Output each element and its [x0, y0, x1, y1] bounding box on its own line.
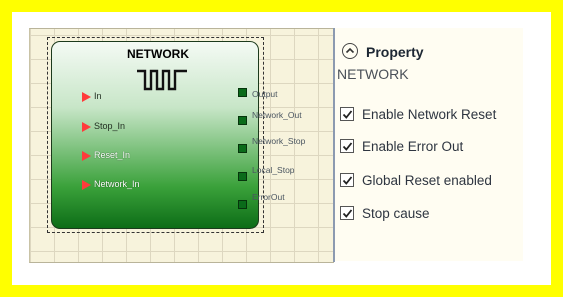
output-label-error-out: ErrorOut: [252, 192, 285, 202]
collapse-chevron-icon[interactable]: [342, 43, 358, 59]
output-label-network-stop: Network_Stop: [252, 136, 306, 146]
option-global-reset-enabled[interactable]: Global Reset enabled: [340, 171, 492, 189]
option-stop-cause[interactable]: Stop cause: [340, 204, 430, 222]
input-label-stop-in: Stop_In: [94, 121, 126, 131]
input-label-in: In: [94, 91, 102, 101]
block-title: NETWORK: [127, 47, 189, 61]
square-wave-icon: [137, 69, 187, 91]
input-label-network-in: Network_In: [94, 179, 140, 189]
property-block-name: NETWORK: [337, 66, 409, 82]
checkbox-enable-network-reset[interactable]: [340, 107, 354, 121]
checkbox-enable-error-out[interactable]: [340, 139, 354, 153]
option-label: Global Reset enabled: [362, 172, 492, 188]
output-port-local-stop[interactable]: [238, 172, 247, 181]
input-label-reset-in: Reset_In: [94, 150, 131, 160]
option-label: Enable Network Reset: [362, 106, 497, 122]
input-port-stop-in[interactable]: [82, 122, 91, 132]
input-port-network-in[interactable]: [82, 180, 91, 190]
output-port-error-out[interactable]: [238, 200, 247, 209]
output-port-network-stop[interactable]: [238, 144, 247, 153]
output-port-output[interactable]: [238, 88, 247, 97]
output-port-network-out[interactable]: [238, 116, 247, 125]
output-label-output: Output: [252, 89, 278, 99]
input-port-reset-in[interactable]: [82, 151, 91, 161]
option-enable-network-reset[interactable]: Enable Network Reset: [340, 105, 496, 123]
option-enable-error-out[interactable]: Enable Error Out: [340, 137, 463, 155]
output-label-network-out: Network_Out: [252, 110, 302, 120]
property-title: Property: [366, 44, 424, 60]
output-label-local-stop: Local_Stop: [252, 165, 295, 175]
option-label: Enable Error Out: [362, 138, 464, 154]
checkbox-stop-cause[interactable]: [340, 206, 354, 220]
checkbox-global-reset-enabled[interactable]: [340, 173, 354, 187]
input-port-in[interactable]: [82, 92, 91, 102]
option-label: Stop cause: [362, 205, 430, 221]
